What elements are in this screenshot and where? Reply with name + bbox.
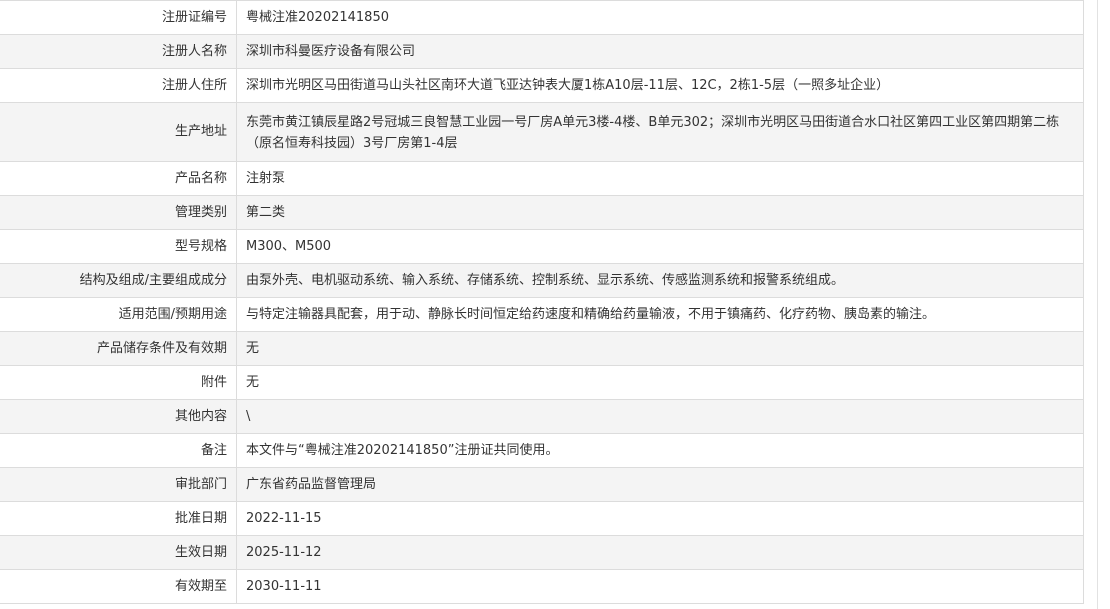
field-value: 本文件与“粤械注准20202141850”注册证共同使用。 bbox=[236, 433, 1084, 468]
row-attachments: 附件 无 bbox=[0, 365, 1084, 400]
field-label: 备注 bbox=[0, 433, 237, 468]
field-value: 深圳市光明区马田街道马山头社区南环大道飞亚达钟表大厦1栋A10层-11层、12C… bbox=[236, 68, 1084, 103]
field-value: 深圳市科曼医疗设备有限公司 bbox=[236, 34, 1084, 69]
page-scrollbar[interactable] bbox=[1097, 0, 1110, 609]
field-label: 产品名称 bbox=[0, 161, 237, 196]
row-intended-use: 适用范围/预期用途 与特定注输器具配套，用于动、静脉长时间恒定给药速度和精确给药… bbox=[0, 297, 1084, 332]
field-value: M300、M500 bbox=[236, 229, 1084, 264]
field-label: 附件 bbox=[0, 365, 237, 400]
field-value: 由泵外壳、电机驱动系统、输入系统、存储系统、控制系统、显示系统、传感监测系统和报… bbox=[236, 263, 1084, 298]
field-label: 管理类别 bbox=[0, 195, 237, 230]
field-label: 生产地址 bbox=[0, 102, 237, 162]
field-label: 型号规格 bbox=[0, 229, 237, 264]
registration-detail-table: 注册证编号 粤械注准20202141850 注册人名称 深圳市科曼医疗设备有限公… bbox=[0, 0, 1084, 604]
field-label: 批准日期 bbox=[0, 501, 237, 536]
field-value: 粤械注准20202141850 bbox=[236, 0, 1084, 35]
field-label: 注册人住所 bbox=[0, 68, 237, 103]
row-registrant-address: 注册人住所 深圳市光明区马田街道马山头社区南环大道飞亚达钟表大厦1栋A10层-1… bbox=[0, 68, 1084, 103]
field-label: 有效期至 bbox=[0, 569, 237, 604]
field-value: 无 bbox=[236, 365, 1084, 400]
field-label: 结构及组成/主要组成成分 bbox=[0, 263, 237, 298]
field-value: 与特定注输器具配套，用于动、静脉长时间恒定给药速度和精确给药量输液，不用于镇痛药… bbox=[236, 297, 1084, 332]
row-production-address: 生产地址 东莞市黄江镇辰星路2号冠城三良智慧工业园一号厂房A单元3楼-4楼、B单… bbox=[0, 102, 1084, 162]
row-approval-date: 批准日期 2022-11-15 bbox=[0, 501, 1084, 536]
field-value: 2025-11-12 bbox=[236, 535, 1084, 570]
field-value: 2030-11-11 bbox=[236, 569, 1084, 604]
field-value: 2022-11-15 bbox=[236, 501, 1084, 536]
field-value: 注射泵 bbox=[236, 161, 1084, 196]
field-label: 其他内容 bbox=[0, 399, 237, 434]
field-value: 广东省药品监督管理局 bbox=[236, 467, 1084, 502]
row-storage-conditions: 产品储存条件及有效期 无 bbox=[0, 331, 1084, 366]
field-value: \ bbox=[236, 399, 1084, 434]
row-valid-until: 有效期至 2030-11-11 bbox=[0, 569, 1084, 604]
field-value: 第二类 bbox=[236, 195, 1084, 230]
row-registrant-name: 注册人名称 深圳市科曼医疗设备有限公司 bbox=[0, 34, 1084, 69]
row-other-content: 其他内容 \ bbox=[0, 399, 1084, 434]
row-structure-composition: 结构及组成/主要组成成分 由泵外壳、电机驱动系统、输入系统、存储系统、控制系统、… bbox=[0, 263, 1084, 298]
field-label: 适用范围/预期用途 bbox=[0, 297, 237, 332]
field-label: 注册人名称 bbox=[0, 34, 237, 69]
registration-detail-page: 注册证编号 粤械注准20202141850 注册人名称 深圳市科曼医疗设备有限公… bbox=[0, 0, 1110, 609]
row-product-name: 产品名称 注射泵 bbox=[0, 161, 1084, 196]
field-label: 注册证编号 bbox=[0, 0, 237, 35]
row-model-spec: 型号规格 M300、M500 bbox=[0, 229, 1084, 264]
field-value: 东莞市黄江镇辰星路2号冠城三良智慧工业园一号厂房A单元3楼-4楼、B单元302；… bbox=[236, 102, 1084, 162]
field-value: 无 bbox=[236, 331, 1084, 366]
row-effective-date: 生效日期 2025-11-12 bbox=[0, 535, 1084, 570]
field-label: 产品储存条件及有效期 bbox=[0, 331, 237, 366]
field-label: 审批部门 bbox=[0, 467, 237, 502]
row-remarks: 备注 本文件与“粤械注准20202141850”注册证共同使用。 bbox=[0, 433, 1084, 468]
row-approval-department: 审批部门 广东省药品监督管理局 bbox=[0, 467, 1084, 502]
row-registration-number: 注册证编号 粤械注准20202141850 bbox=[0, 0, 1084, 35]
field-label: 生效日期 bbox=[0, 535, 237, 570]
row-management-category: 管理类别 第二类 bbox=[0, 195, 1084, 230]
